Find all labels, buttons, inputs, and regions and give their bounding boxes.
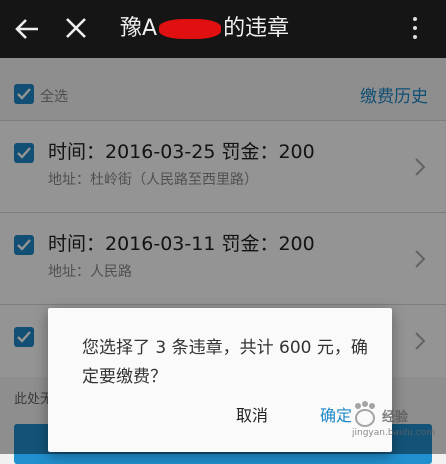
top-app-bar: 豫A 的违章 bbox=[0, 0, 446, 58]
paw-logo-icon bbox=[355, 401, 375, 427]
page-title: 豫A 的违章 bbox=[120, 14, 289, 44]
confirm-button[interactable]: 确定 bbox=[320, 402, 352, 426]
watermark-text: 经验 bbox=[382, 410, 409, 425]
cancel-button[interactable]: 取消 bbox=[236, 402, 268, 426]
title-suffix: 的违章 bbox=[223, 16, 290, 41]
more-options-icon[interactable] bbox=[410, 17, 420, 43]
redacted-plate-mark bbox=[159, 19, 222, 39]
confirm-payment-dialog: 您选择了 3 条违章，共计 600 元，确定要缴费？ 取消 确定 bbox=[48, 308, 392, 452]
dialog-message: 您选择了 3 条违章，共计 600 元，确定要缴费？ bbox=[82, 338, 368, 387]
watermark-url: jingyan.baidu.com bbox=[352, 428, 436, 438]
title-prefix: 豫A bbox=[120, 16, 158, 41]
back-arrow-icon[interactable] bbox=[14, 16, 40, 42]
close-icon[interactable] bbox=[64, 16, 88, 40]
baidu-jingyan-watermark: 经验 jingyan.baidu.com bbox=[350, 398, 442, 448]
